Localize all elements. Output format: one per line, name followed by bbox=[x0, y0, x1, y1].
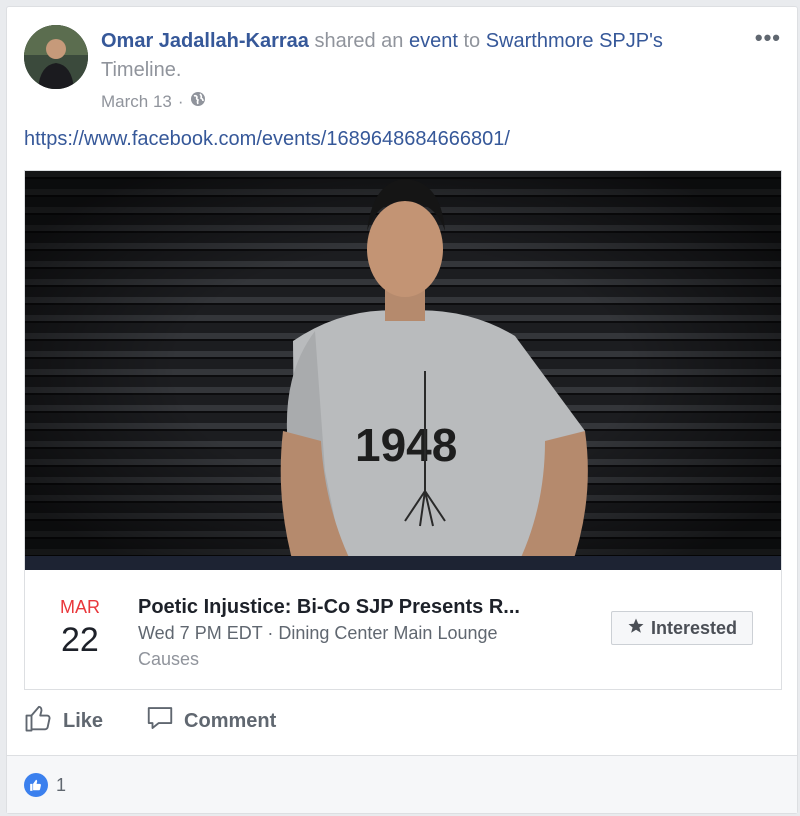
event-link[interactable]: event bbox=[409, 30, 458, 52]
to-text: to bbox=[457, 30, 486, 52]
post-card: Omar Jadallah-Karraa shared an event to … bbox=[6, 6, 798, 814]
shared-text: shared an bbox=[308, 30, 409, 52]
like-button[interactable]: Like bbox=[24, 703, 103, 739]
reactions-summary[interactable]: 1 bbox=[24, 773, 66, 797]
globe-icon[interactable] bbox=[190, 91, 206, 112]
reactions-footer bbox=[7, 756, 797, 813]
event-photo[interactable]: 1948 bbox=[25, 171, 781, 570]
event-details: Wed 7 PM EDT · Dining Center Main Lounge bbox=[138, 623, 498, 643]
comment-icon bbox=[145, 703, 175, 739]
interested-label: Interested bbox=[650, 617, 738, 638]
star-icon bbox=[627, 617, 645, 640]
event-day: 22 bbox=[61, 621, 99, 659]
post-header: Omar Jadallah-Karraa shared an event to … bbox=[101, 27, 741, 85]
reaction-count: 1 bbox=[56, 774, 67, 795]
event-title[interactable]: Poetic Injustice: Bi-Co SJP Presents R..… bbox=[138, 596, 520, 619]
event-attachment[interactable]: 1948 MAR 22 Poetic Injustice: Bi-Co SJP … bbox=[24, 170, 782, 690]
interested-button[interactable]: Interested bbox=[611, 611, 753, 645]
thumbs-up-icon bbox=[24, 773, 48, 797]
post-date[interactable]: March 13 bbox=[101, 92, 172, 112]
post-actions: Like Comment bbox=[24, 703, 276, 739]
comment-button[interactable]: Comment bbox=[145, 703, 276, 739]
comment-label: Comment bbox=[184, 709, 277, 732]
shirt-graphic-text: 1948 bbox=[355, 419, 457, 471]
event-category[interactable]: Causes bbox=[138, 649, 199, 670]
author-name[interactable]: Omar Jadallah-Karraa bbox=[101, 30, 309, 52]
target-link[interactable]: Swarthmore SPJP's bbox=[486, 30, 663, 52]
like-label: Like bbox=[63, 709, 104, 732]
event-month: MAR bbox=[60, 597, 100, 617]
thumbs-up-icon bbox=[24, 703, 54, 739]
timeline-text: Timeline. bbox=[101, 59, 182, 81]
author-avatar[interactable] bbox=[24, 25, 88, 89]
meta-separator: · bbox=[177, 91, 184, 111]
post-options-button[interactable]: ••• bbox=[755, 25, 781, 51]
post-url-link[interactable]: https://www.facebook.com/events/16896486… bbox=[24, 128, 510, 151]
post-meta: March 13 · bbox=[101, 91, 206, 112]
